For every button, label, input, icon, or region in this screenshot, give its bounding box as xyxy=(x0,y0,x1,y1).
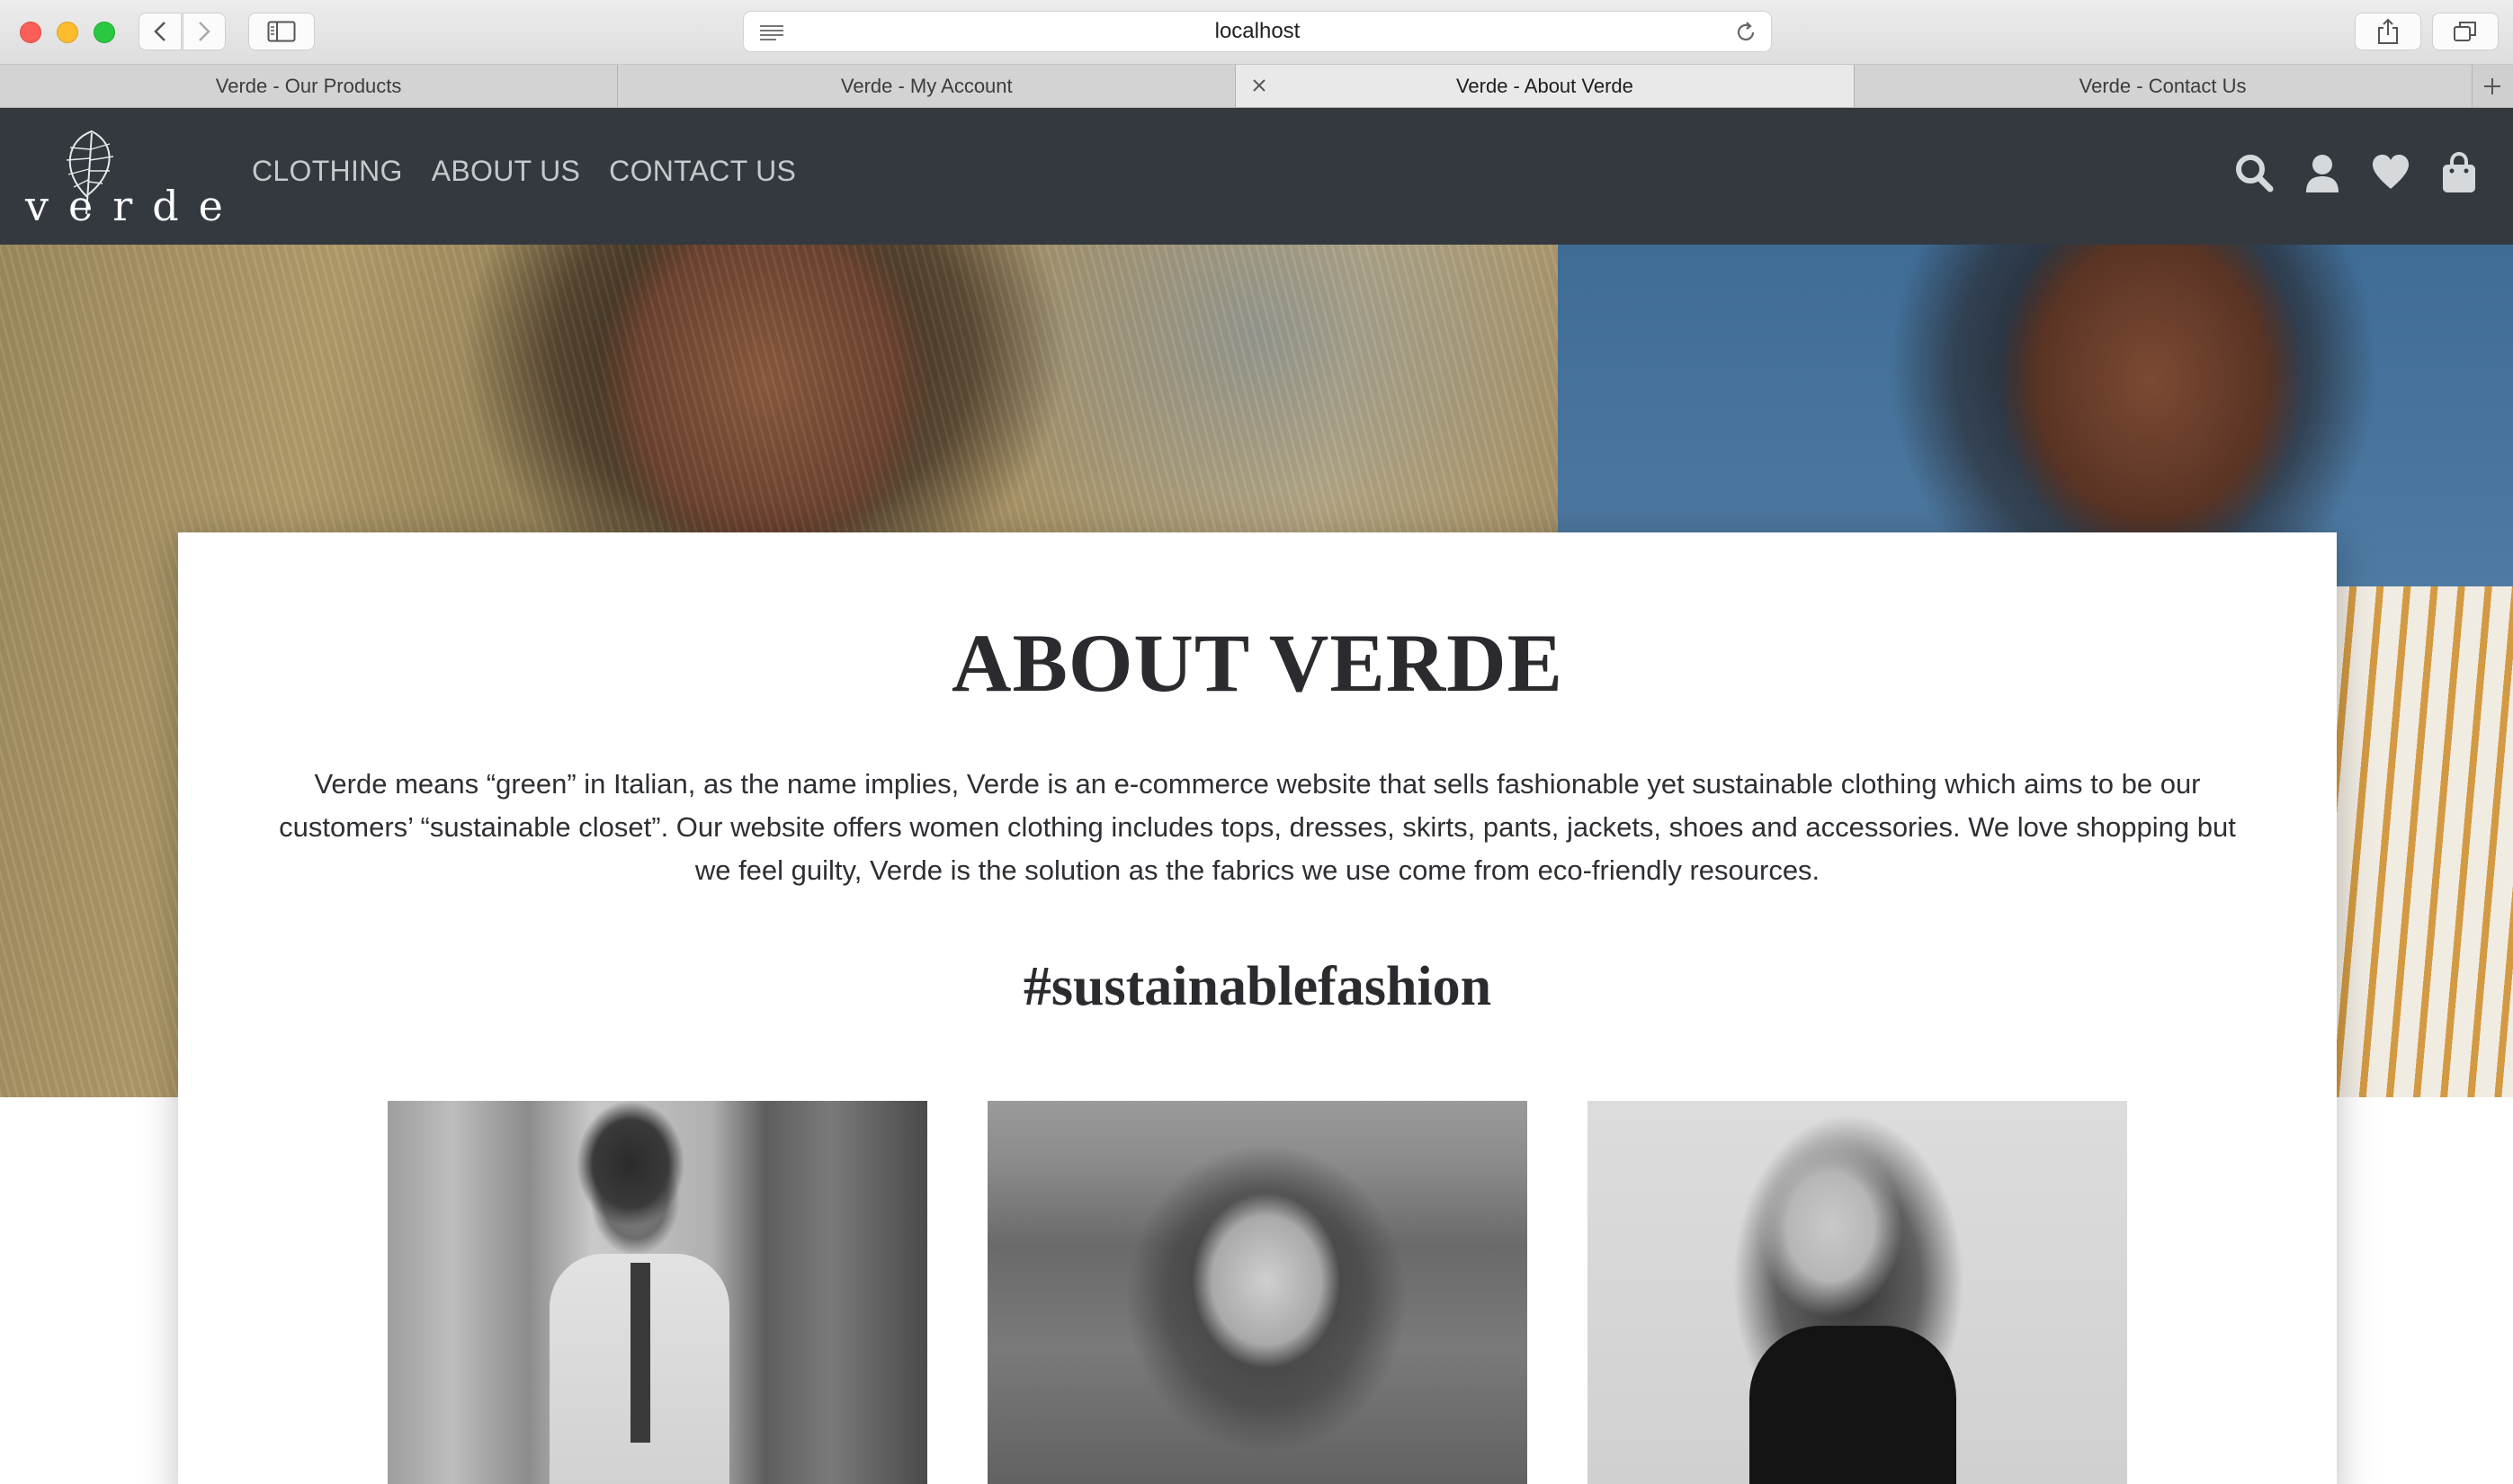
show-tabs-button[interactable] xyxy=(2432,13,2499,50)
tabs-overview-icon xyxy=(2454,22,2476,41)
tab-our-products[interactable]: Verde - Our Products xyxy=(0,65,619,107)
verde-logo[interactable]: verde xyxy=(25,128,223,234)
chevron-right-icon xyxy=(199,22,210,41)
user-icon xyxy=(2306,155,2339,192)
about-description: Verde means “green” in Italian, as the n… xyxy=(279,768,2236,886)
forward-button[interactable] xyxy=(183,13,226,50)
nav-clothing-link[interactable]: CLOTHING xyxy=(252,155,403,188)
sidebar-toggle-button[interactable] xyxy=(248,13,315,50)
photo-subject xyxy=(1749,1326,1956,1484)
address-bar[interactable]: localhost xyxy=(743,11,1772,52)
main-nav: CLOTHING ABOUT US CONTACT US xyxy=(252,155,796,188)
team-member-photo xyxy=(1587,1101,2127,1484)
new-tab-button[interactable] xyxy=(2473,65,2513,107)
reload-icon[interactable] xyxy=(1733,20,1758,45)
share-icon xyxy=(2378,18,2398,44)
hashtag-heading: #sustainablefashion xyxy=(1023,956,1492,1017)
plus-icon xyxy=(2484,77,2501,94)
search-icon xyxy=(2236,155,2274,192)
tab-bar: Verde - Our Products Verde - My Account … xyxy=(0,65,2513,108)
search-button[interactable] xyxy=(2234,151,2274,194)
tab-contact-us[interactable]: Verde - Contact Us xyxy=(1854,65,2473,107)
minimize-window-button[interactable] xyxy=(57,22,78,43)
photo-detail xyxy=(630,1263,650,1443)
tab-about-verde[interactable]: Verde - About Verde xyxy=(1236,65,1855,107)
tab-my-account[interactable]: Verde - My Account xyxy=(618,65,1237,107)
share-button[interactable] xyxy=(2355,13,2421,50)
close-tab-icon[interactable] xyxy=(1250,76,1268,94)
cart-button[interactable] xyxy=(2439,151,2479,194)
account-button[interactable] xyxy=(2303,151,2342,194)
header-actions xyxy=(2234,151,2479,194)
team-member-photo xyxy=(988,1101,1527,1484)
about-card: ABOUT VERDE Verde means “green” in Itali… xyxy=(178,532,2337,1484)
zoom-window-button[interactable] xyxy=(94,22,115,43)
chevron-left-icon xyxy=(154,22,165,41)
nav-about-us-link[interactable]: ABOUT US xyxy=(432,155,580,188)
page-title: ABOUT VERDE xyxy=(952,617,1563,709)
logo-text: verde xyxy=(25,182,243,230)
url-text: localhost xyxy=(1214,19,1301,43)
site-header: verde CLOTHING ABOUT US CONTACT US xyxy=(0,108,2513,245)
back-button[interactable] xyxy=(139,13,182,50)
browser-toolbar: localhost xyxy=(0,0,2513,65)
shopping-bag-icon xyxy=(2443,151,2475,192)
tab-label: Verde - About Verde xyxy=(1455,74,1633,97)
close-window-button[interactable] xyxy=(20,22,41,43)
tab-label: Verde - Our Products xyxy=(215,74,402,97)
team-photos xyxy=(388,1101,2127,1484)
heart-icon xyxy=(2373,155,2409,189)
wishlist-button[interactable] xyxy=(2371,151,2410,194)
sidebar-icon xyxy=(267,21,296,42)
tab-label: Verde - Contact Us xyxy=(2079,74,2247,97)
tab-label: Verde - My Account xyxy=(840,74,1013,97)
nav-contact-us-link[interactable]: CONTACT US xyxy=(609,155,796,188)
reader-mode-icon[interactable] xyxy=(758,23,785,41)
team-member-photo xyxy=(388,1101,927,1484)
